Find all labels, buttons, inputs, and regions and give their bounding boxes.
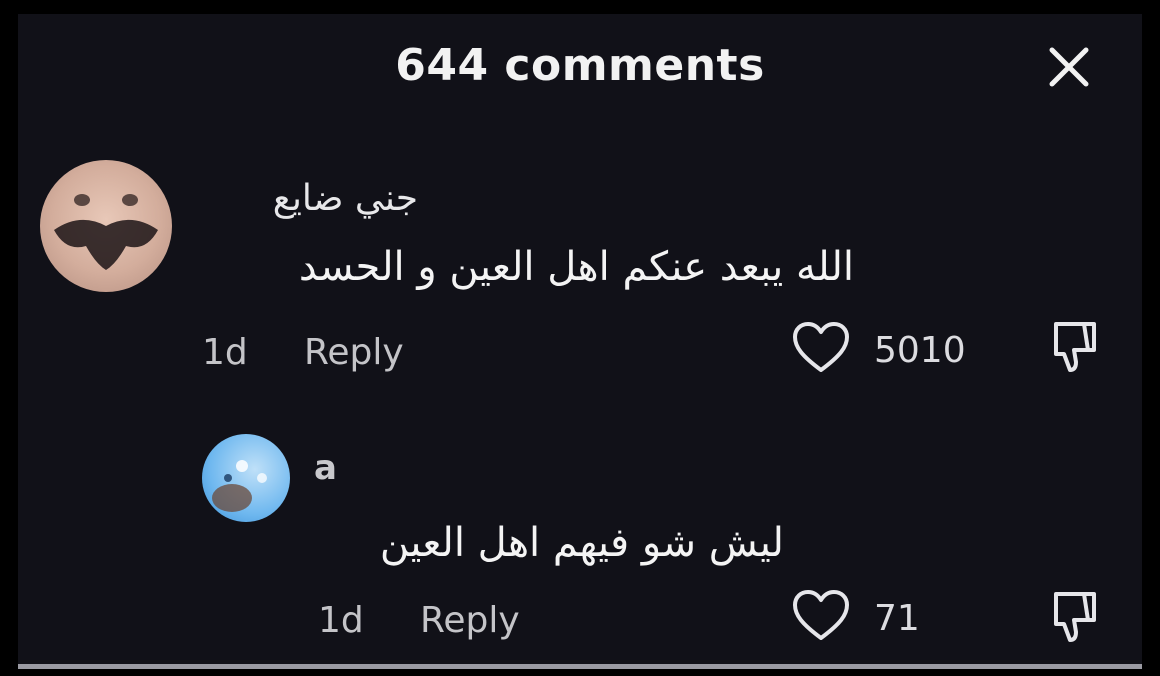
heart-icon[interactable] (790, 320, 852, 376)
comment-time: 1d (202, 332, 248, 373)
close-icon[interactable] (1044, 42, 1094, 92)
bottom-divider (18, 664, 1142, 669)
like-count: 5010 (874, 330, 966, 371)
comment-time: 1d (318, 600, 364, 641)
comments-panel: 644 comments جني ضايع الله يبعد عنكم اهل… (18, 14, 1142, 664)
avatar[interactable] (40, 160, 172, 292)
like-count: 71 (874, 598, 920, 639)
avatar[interactable] (202, 434, 290, 522)
dislike-icon[interactable] (1044, 586, 1104, 646)
comments-count-title: 644 comments (395, 40, 765, 91)
comment-text: ليش شو فيهم اهل العين (379, 520, 784, 566)
comment-text: الله يبعد عنكم اهل العين و الحسد (298, 244, 854, 290)
reply-button[interactable]: Reply (420, 600, 520, 641)
heart-icon[interactable] (790, 588, 852, 644)
comment-username[interactable]: a (314, 448, 337, 488)
comment-username[interactable]: جني ضايع (208, 178, 418, 219)
dislike-icon[interactable] (1044, 316, 1104, 376)
reply-button[interactable]: Reply (304, 332, 404, 373)
